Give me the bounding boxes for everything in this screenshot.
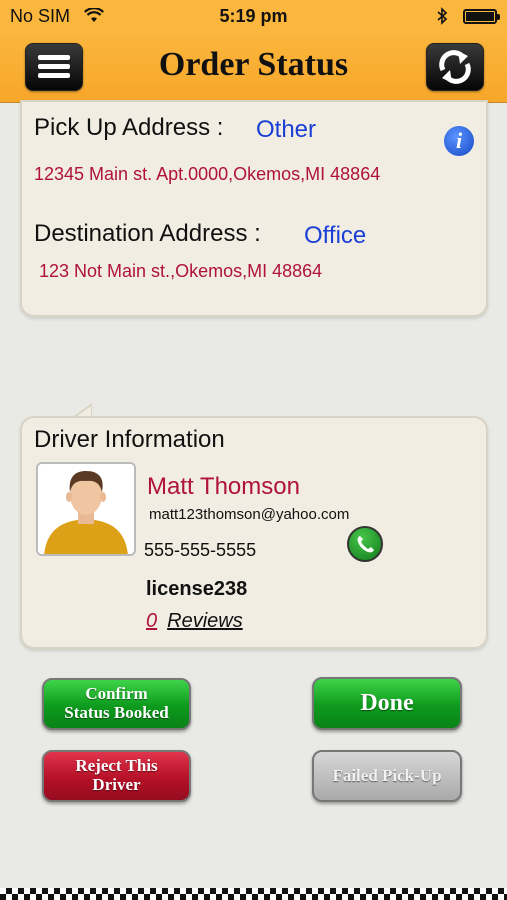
review-count[interactable]: 0	[146, 610, 157, 632]
reviews-link[interactable]: 0 Reviews	[146, 610, 243, 633]
pickup-address-type: Other	[256, 116, 317, 143]
battery-level	[466, 12, 494, 21]
navigation-bar: Order Status	[0, 32, 507, 103]
call-driver-button[interactable]	[347, 526, 383, 562]
checkered-footer-strip	[0, 888, 507, 900]
reject-button-line2: Driver	[92, 775, 141, 794]
status-time: 5:19 pm	[219, 6, 288, 26]
driver-info-card: Driver Information Matt Thomson matt123t…	[20, 416, 488, 649]
driver-info-heading: Driver Information	[34, 426, 225, 453]
destination-address-type: Office	[304, 222, 367, 249]
confirm-status-booked-button[interactable]: Confirm Status Booked	[42, 678, 191, 730]
confirm-button-line1: Confirm	[85, 684, 148, 704]
refresh-icon	[439, 50, 471, 84]
driver-photo	[38, 464, 134, 554]
driver-email: matt123thomson@yahoo.com	[149, 506, 350, 523]
driver-phone: 555-555-5555	[144, 540, 257, 560]
driver-avatar	[36, 462, 136, 556]
failed-pickup-button[interactable]: Failed Pick-Up	[312, 750, 462, 802]
destination-address-text: 123 Not Main st.,Okemos,MI 48864	[39, 261, 323, 281]
info-icon[interactable]: i	[444, 126, 474, 156]
phone-call-icon	[357, 536, 374, 553]
reviews-label[interactable]: Reviews	[167, 610, 243, 632]
destination-address-label: Destination Address :	[34, 220, 261, 247]
driver-license: license238	[146, 578, 248, 600]
reject-button-line1: Reject This	[75, 756, 158, 776]
done-button-label: Done	[360, 690, 414, 717]
bluetooth-icon	[437, 7, 448, 25]
battery-icon	[463, 9, 500, 24]
pickup-address-text: 12345 Main st. Apt.0000,Okemos,MI 48864	[34, 164, 381, 184]
done-button[interactable]: Done	[312, 677, 462, 730]
reject-driver-button[interactable]: Reject This Driver	[42, 750, 191, 802]
confirm-button-line2: Status Booked	[64, 703, 169, 722]
status-bar: No SIM 5:19 pm	[0, 0, 507, 32]
address-card: Pick Up Address : Other i 12345 Main st.…	[20, 100, 488, 317]
pickup-address-label: Pick Up Address :	[34, 114, 224, 141]
refresh-button[interactable]	[426, 43, 484, 91]
failed-pickup-label: Failed Pick-Up	[332, 765, 442, 785]
driver-name: Matt Thomson	[147, 473, 300, 500]
